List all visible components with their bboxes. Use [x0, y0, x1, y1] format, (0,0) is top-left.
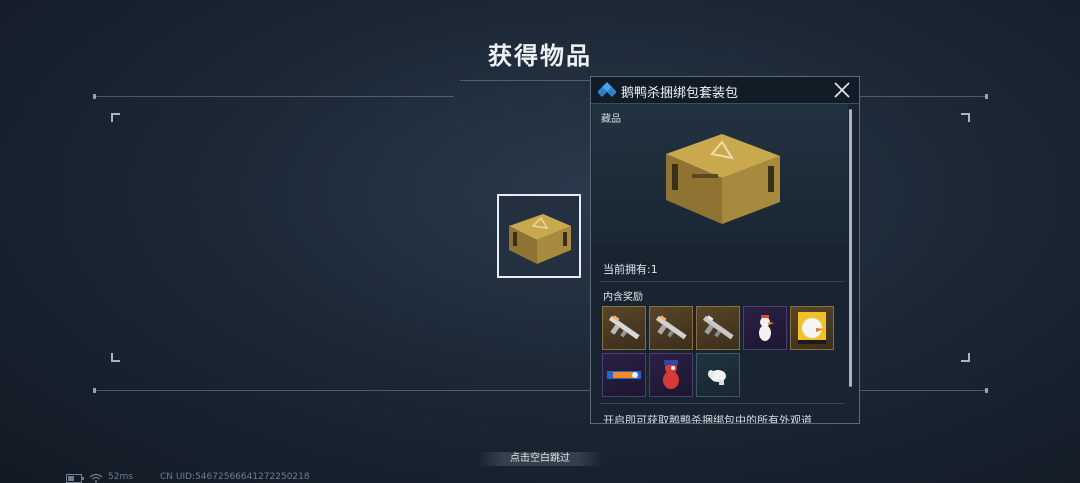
hud-tick	[985, 94, 988, 99]
owned-count: 当前拥有:1	[603, 263, 658, 276]
duck-figure-icon	[759, 315, 774, 341]
battery-icon	[66, 474, 84, 483]
panel-scrollbar[interactable]	[849, 109, 852, 387]
panel-header: 鹅鸭杀捆绑包套装包	[591, 77, 859, 104]
diamond-icon	[598, 82, 616, 97]
hud-tick	[93, 388, 96, 393]
hud-top-left-line	[94, 96, 454, 97]
hud-top-mid-line	[460, 80, 590, 81]
red-bird-figure-icon	[663, 360, 679, 389]
page-title: 获得物品	[488, 42, 592, 70]
hud-top-right-line	[860, 96, 988, 97]
skip-hint-button[interactable]: 点击空白跳过	[478, 452, 602, 466]
hud-corner-top-left	[111, 113, 120, 122]
hud-corner-bottom-right	[961, 353, 970, 362]
close-button[interactable]	[833, 81, 851, 99]
supply-crate-icon	[666, 134, 780, 224]
reward-item-duck-card[interactable]	[790, 306, 834, 350]
hud-corner-bottom-left	[111, 353, 120, 362]
hud-tick	[985, 388, 988, 393]
name-banner-icon	[607, 371, 641, 379]
divider	[599, 281, 845, 282]
reward-item-duck-figure[interactable]	[743, 306, 787, 350]
panel-title: 鹅鸭杀捆绑包套装包	[621, 86, 739, 101]
obtained-item-slot[interactable]	[497, 194, 581, 278]
item-info-panel: 鹅鸭杀捆绑包套装包 藏品 当前拥有:1 内含奖励 开启即可获取鹅鸭杀捆绑包中的所…	[590, 76, 860, 424]
hud-tick	[93, 94, 96, 99]
duck-card-icon	[798, 312, 826, 344]
hud-bottom-right-line	[860, 390, 988, 391]
white-glove-icon	[708, 370, 726, 385]
ping-value: 52ms	[108, 472, 133, 482]
close-icon	[834, 82, 850, 98]
uid-label: CN UID:5467256664127225021​8	[160, 472, 310, 482]
item-description: 开启即可获取鹅鸭杀捆绑包中的所有外观道	[603, 414, 812, 424]
reward-item-rifle-skin-1[interactable]	[602, 306, 646, 350]
reward-item-name-banner[interactable]	[602, 353, 646, 397]
rifle-skin-icon	[702, 315, 734, 340]
item-hero-image	[592, 104, 848, 244]
rewards-label: 内含奖励	[603, 292, 643, 303]
reward-item-white-glove[interactable]	[696, 353, 740, 397]
reward-item-rifle-skin-3[interactable]	[696, 306, 740, 350]
divider	[599, 403, 845, 404]
reward-item-red-bird-figure[interactable]	[649, 353, 693, 397]
hud-bottom-left-line	[94, 390, 590, 391]
item-category-label: 藏品	[601, 114, 621, 125]
hud-corner-top-right	[961, 113, 970, 122]
wifi-icon	[89, 473, 103, 483]
rifle-skin-icon	[655, 315, 687, 340]
supply-crate-icon	[509, 214, 571, 264]
reward-item-rifle-skin-2[interactable]	[649, 306, 693, 350]
rifle-skin-icon	[608, 315, 640, 340]
